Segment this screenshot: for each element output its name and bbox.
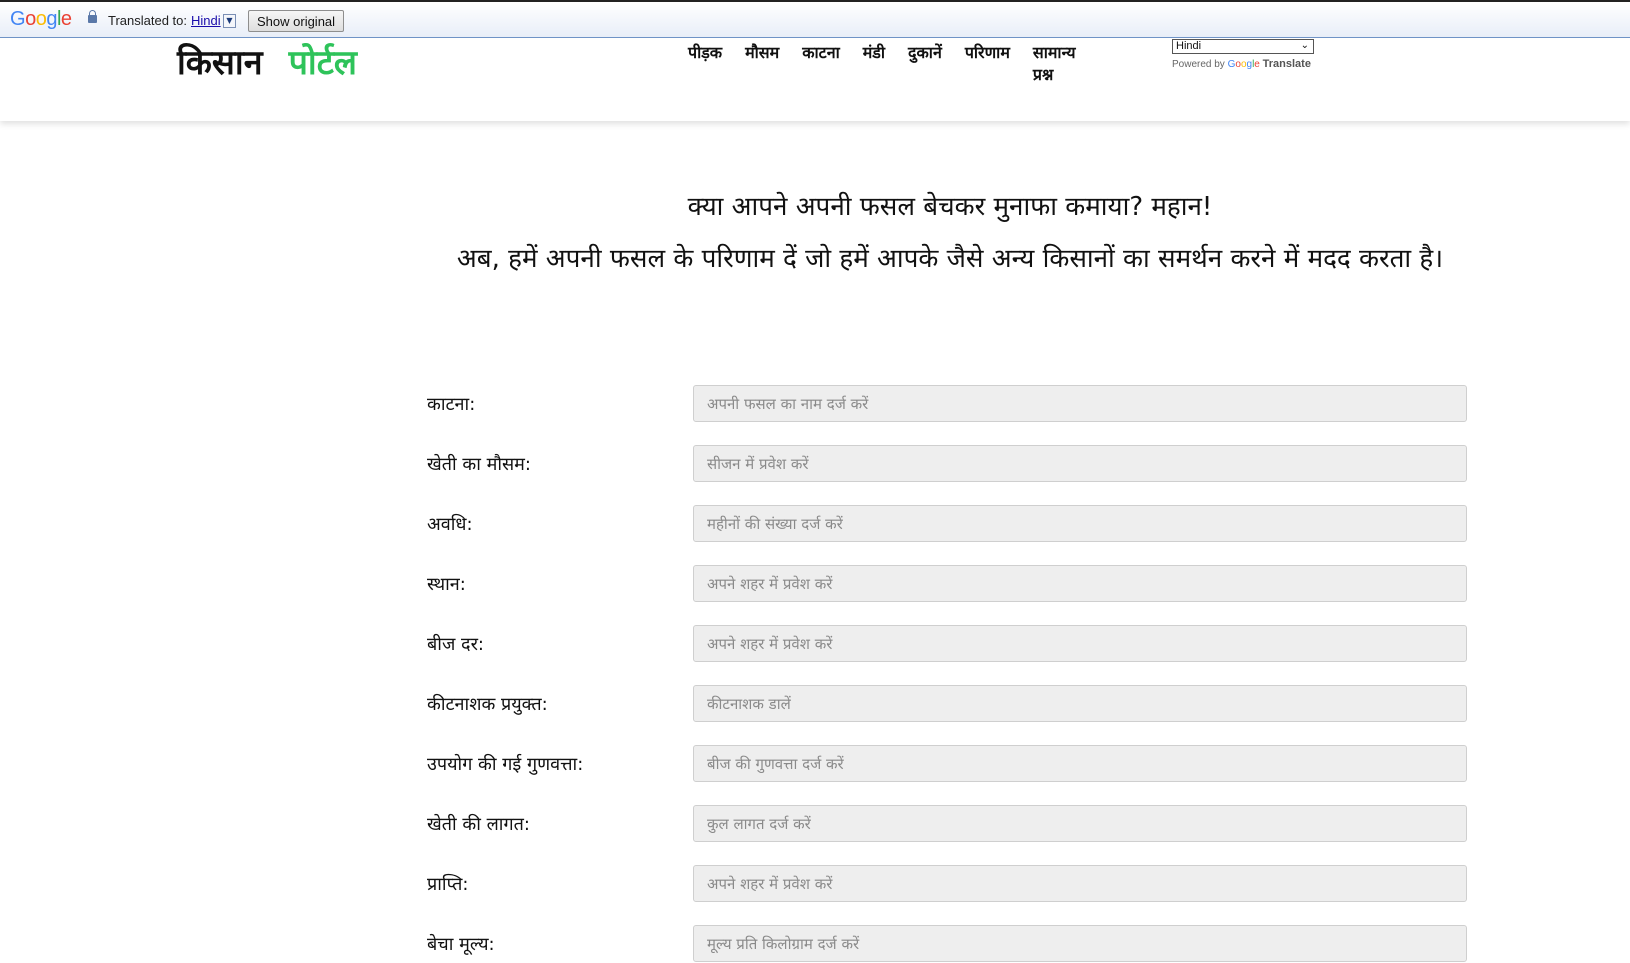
google-logo: Google [10, 8, 72, 30]
translate-bar: Google Translated to: Hindi ▼ Show origi… [0, 0, 1630, 38]
language-dropdown-icon[interactable]: ▼ [223, 14, 236, 28]
nav-item-shops[interactable]: दुकानें [908, 42, 942, 86]
form-row-cost: खेती की लागत: [427, 805, 1467, 843]
seed-rate-label: बीज दर: [427, 634, 485, 655]
show-original-button[interactable]: Show original [248, 10, 345, 32]
powered-by-label: Powered by [1172, 59, 1225, 70]
form-row-yield: प्राप्ति: [427, 865, 1467, 903]
quality-input[interactable] [693, 745, 1467, 782]
form-row-quality: उपयोग की गई गुणवत्ता: [427, 745, 1467, 783]
crop-input[interactable] [693, 385, 1467, 422]
nav-item-market[interactable]: मंडी [863, 42, 885, 86]
duration-label: अवधि: [427, 514, 473, 535]
pesticide-label: कीटनाशक प्रयुक्त: [427, 694, 548, 715]
page-subheadline: अब, हमें अपनी फसल के परिणाम दें जो हमें … [456, 244, 1444, 274]
brand-word-2: पोर्टल [288, 43, 357, 83]
yield-input[interactable] [693, 865, 1467, 902]
duration-input[interactable] [693, 505, 1467, 542]
form-row-seed-rate: बीज दर: [427, 625, 1467, 663]
language-select-value: Hindi [1176, 40, 1202, 52]
nav-item-results[interactable]: परिणाम [965, 42, 1010, 86]
site-header: किसान पोर्टल पीड़क मौसम काटना मंडी दुकाने… [0, 38, 1630, 121]
form-row-season: खेती का मौसम: [427, 445, 1467, 483]
crop-label: काटना: [427, 394, 476, 415]
form-row-location: स्थान: [427, 565, 1467, 603]
lock-icon [88, 10, 97, 23]
main-nav: पीड़क मौसम काटना मंडी दुकानें परिणाम साम… [688, 42, 1112, 86]
sold-price-input[interactable] [693, 925, 1467, 962]
translated-to-label: Translated to: [108, 13, 188, 28]
season-input[interactable] [693, 445, 1467, 482]
form-row-pesticide: कीटनाशक प्रयुक्त: [427, 685, 1467, 723]
brand-word-1: किसान [177, 43, 263, 83]
cost-input[interactable] [693, 805, 1467, 842]
seed-rate-input[interactable] [693, 625, 1467, 662]
form-row-duration: अवधि: [427, 505, 1467, 543]
language-select[interactable]: Hindi ⌄ [1172, 39, 1314, 54]
quality-label: उपयोग की गई गुणवत्ता: [427, 754, 584, 775]
page-headline: क्या आपने अपनी फसल बेचकर मुनाफा कमाया? म… [687, 192, 1213, 222]
chevron-down-icon: ⌄ [1300, 40, 1309, 51]
translate-label: Translate [1262, 58, 1311, 70]
nav-item-harvest[interactable]: काटना [802, 42, 840, 86]
season-label: खेती का मौसम: [427, 454, 531, 475]
location-label: स्थान: [427, 574, 466, 595]
nav-item-faq[interactable]: सामान्य प्रश्न [1033, 42, 1089, 86]
nav-item-weather[interactable]: मौसम [745, 42, 779, 86]
google-small-logo: Google [1227, 59, 1260, 70]
form-row-crop: काटना: [427, 385, 1467, 423]
pesticide-input[interactable] [693, 685, 1467, 722]
location-input[interactable] [693, 565, 1467, 602]
powered-by-google-translate: Powered by Google Translate [1172, 58, 1311, 70]
form-row-sold-price: बेचा मूल्य: [427, 925, 1467, 963]
nav-item-pests[interactable]: पीड़क [688, 42, 722, 86]
translated-language-link[interactable]: Hindi [191, 13, 221, 28]
brand-logo[interactable]: किसान पोर्टल [177, 38, 357, 84]
yield-label: प्राप्ति: [427, 874, 469, 895]
cost-label: खेती की लागत: [427, 814, 530, 835]
sold-price-label: बेचा मूल्य: [427, 934, 495, 955]
